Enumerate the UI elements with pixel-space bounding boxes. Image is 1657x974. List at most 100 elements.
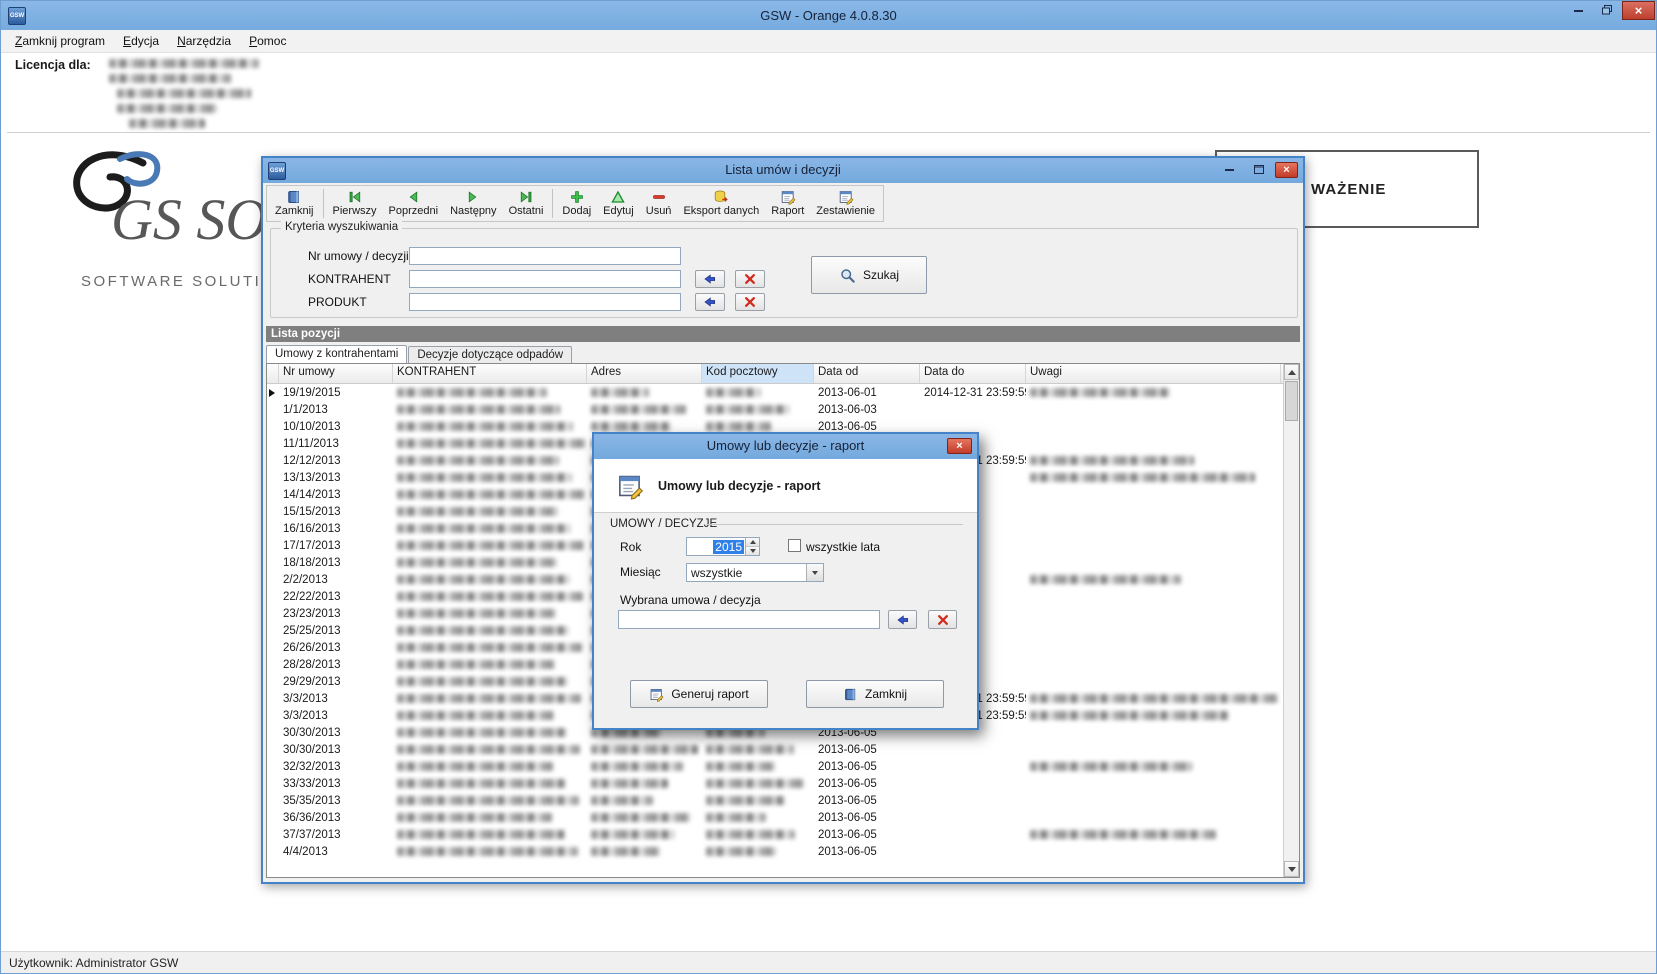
search-input-produkt[interactable] <box>409 293 681 311</box>
column-header-nr-umowy[interactable]: Nr umowy <box>279 364 393 383</box>
vertical-scrollbar[interactable] <box>1283 364 1299 877</box>
kontrahent-pick-button[interactable] <box>695 270 725 288</box>
table-row[interactable]: 1/1/20132013-06-03 <box>267 401 1299 418</box>
redacted-text <box>591 779 668 788</box>
close-button[interactable]: × <box>1622 1 1655 20</box>
cell-kontrahent <box>393 826 587 843</box>
spin-down-button[interactable] <box>746 547 759 555</box>
cell-uwagi <box>1026 809 1281 826</box>
cell-uwagi <box>1026 554 1281 571</box>
status-bar: Użytkownik: Administrator GSW <box>1 951 1656 973</box>
table-row[interactable]: 37/37/20132013-06-05 <box>267 826 1299 843</box>
redacted-text <box>1030 694 1278 703</box>
redacted-text <box>397 439 586 448</box>
dropdown-button[interactable] <box>806 564 823 581</box>
redacted-text <box>397 558 557 567</box>
search-button[interactable]: Szukaj <box>811 256 927 294</box>
toolbar-button-zamknij[interactable]: Zamknij <box>269 187 320 220</box>
toolbar-button-pierwszy[interactable]: Pierwszy <box>327 187 383 220</box>
column-header-kontrahent[interactable]: KONTRAHENT <box>393 364 587 383</box>
spin-up-button[interactable] <box>746 538 759 547</box>
redacted-text <box>397 405 560 414</box>
toolbar-button-dodaj[interactable]: Dodaj <box>556 187 597 220</box>
menu-item-narzędzia[interactable]: Narzędzia <box>168 31 240 51</box>
arrow-left-icon <box>703 295 717 309</box>
cell-kod-pocztowy <box>702 401 814 418</box>
all-years-checkbox[interactable] <box>788 539 801 552</box>
column-header-data-od[interactable]: Data od <box>814 364 920 383</box>
minimize-button[interactable] <box>1564 1 1593 20</box>
column-header-kod-pocztowy[interactable]: Kod pocztowy <box>702 364 814 383</box>
table-row[interactable]: 32/32/20132013-06-05 <box>267 758 1299 775</box>
year-spinner[interactable]: 2015 <box>686 537 760 556</box>
dialog-close-button[interactable]: × <box>947 438 972 454</box>
redacted-text <box>706 405 790 414</box>
month-label: Miesiąc <box>620 565 661 579</box>
list-close-button[interactable]: × <box>1275 162 1298 178</box>
menu-item-edycja[interactable]: Edycja <box>114 31 168 51</box>
table-row[interactable]: 19/19/20152013-06-012014-12-31 23:59:59 <box>267 384 1299 401</box>
cell-kod-pocztowy <box>702 775 814 792</box>
toolbar-button-label: Edytuj <box>603 205 634 217</box>
produkt-pick-button[interactable] <box>695 293 725 311</box>
all-years-label: wszystkie lata <box>806 540 880 554</box>
search-input-kontrahent[interactable] <box>409 270 681 288</box>
toolbar-button-raport[interactable]: Raport <box>765 187 810 220</box>
tab-umowy-z-kontrahentami[interactable]: Umowy z kontrahentami <box>266 345 407 364</box>
column-header-adres[interactable]: Adres <box>587 364 702 383</box>
toolbar-button-zestawienie[interactable]: Zestawienie <box>810 187 881 220</box>
menu-item-zamknij-program[interactable]: Zamknij program <box>6 31 114 51</box>
scroll-down-button[interactable] <box>1284 861 1299 877</box>
cell-uwagi <box>1026 826 1281 843</box>
generate-report-button[interactable]: Generuj raport <box>630 680 768 708</box>
cell-uwagi <box>1026 401 1281 418</box>
list-maximize-button[interactable] <box>1246 162 1271 178</box>
tab-decyzje-dotyczace-odpadow[interactable]: Decyzje dotyczące odpadów <box>408 346 572 364</box>
column-header-uwagi[interactable]: Uwagi <box>1026 364 1281 383</box>
toolbar-button-ostatni[interactable]: Ostatni <box>503 187 550 220</box>
table-row[interactable]: 33/33/20132013-06-05 <box>267 775 1299 792</box>
search-criteria-group: Kryteria wyszukiwania Nr umowy / decyzji… <box>270 228 1298 318</box>
export-db-icon <box>713 189 729 205</box>
cell-kontrahent <box>393 486 587 503</box>
cell-uwagi <box>1026 792 1281 809</box>
cell-nr-umowy: 12/12/2013 <box>279 452 393 469</box>
table-row[interactable]: 36/36/20132013-06-05 <box>267 809 1299 826</box>
cell-data-do <box>920 741 1026 758</box>
produkt-clear-button[interactable] <box>735 293 765 311</box>
table-header-row: Nr umowyKONTRAHENTAdresKod pocztowyData … <box>267 364 1299 384</box>
table-row[interactable]: 30/30/20132013-06-05 <box>267 741 1299 758</box>
restore-button[interactable] <box>1593 1 1622 20</box>
redacted-text <box>1030 711 1229 720</box>
list-minimize-button[interactable] <box>1217 162 1242 178</box>
selected-pick-button[interactable] <box>888 610 917 629</box>
row-indicator-cell <box>267 503 279 520</box>
scrollbar-thumb[interactable] <box>1285 381 1298 421</box>
cell-data-od: 2013-06-03 <box>814 401 920 418</box>
month-select[interactable]: wszystkie <box>686 563 824 582</box>
maximize-icon <box>1254 163 1264 177</box>
toolbar-button-poprzedni[interactable]: Poprzedni <box>383 187 445 220</box>
selected-contract-input[interactable] <box>618 610 880 629</box>
table-row[interactable]: 4/4/20132013-06-05 <box>267 843 1299 860</box>
list-window-title: Lista umów i decyzji <box>263 162 1303 177</box>
toolbar-separator <box>323 189 324 218</box>
menu-item-pomoc[interactable]: Pomoc <box>240 31 295 51</box>
main-window-title: GSW - Orange 4.0.8.30 <box>1 8 1656 23</box>
table-row[interactable]: 35/35/20132013-06-05 <box>267 792 1299 809</box>
generate-report-label: Generuj raport <box>671 687 748 701</box>
cell-kontrahent <box>393 503 587 520</box>
toolbar-button-usuń[interactable]: Usuń <box>640 187 678 220</box>
search-input-nr-umowy[interactable] <box>409 247 681 265</box>
kontrahent-clear-button[interactable] <box>735 270 765 288</box>
scroll-up-button[interactable] <box>1284 364 1299 380</box>
cell-uwagi <box>1026 724 1281 741</box>
license-label: Licencja dla: <box>15 58 91 72</box>
column-header-data-do[interactable]: Data do <box>920 364 1026 383</box>
dialog-close-action-button[interactable]: Zamknij <box>806 680 944 708</box>
toolbar-button-następny[interactable]: Następny <box>444 187 502 220</box>
toolbar-button-eksport-danych[interactable]: Eksport danych <box>677 187 765 220</box>
selected-clear-button[interactable] <box>928 610 957 629</box>
cell-kod-pocztowy <box>702 843 814 860</box>
toolbar-button-edytuj[interactable]: Edytuj <box>597 187 640 220</box>
